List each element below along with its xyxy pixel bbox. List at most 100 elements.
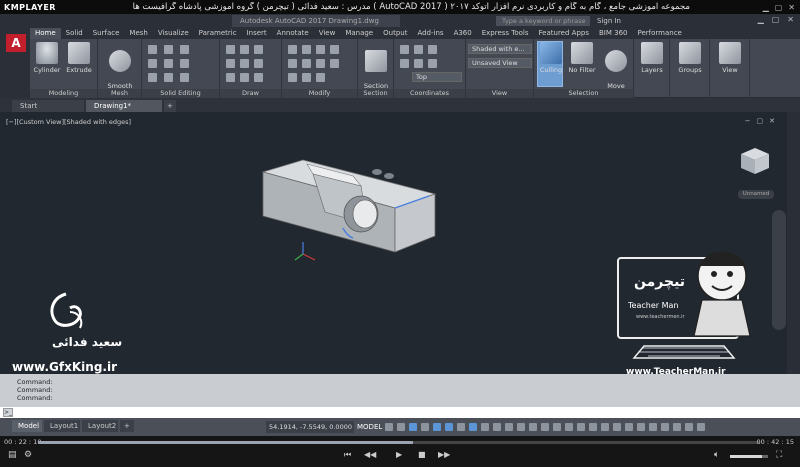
stretch-icon[interactable]	[288, 73, 297, 82]
selection-filter-icon[interactable]	[541, 423, 549, 431]
dynamic-ucs-icon[interactable]	[529, 423, 537, 431]
acad-close-button[interactable]: ✕	[787, 15, 794, 24]
separate-icon[interactable]	[164, 73, 173, 82]
subtract-icon[interactable]	[164, 45, 173, 54]
cylinder-button[interactable]: Cylinder	[32, 42, 62, 74]
customization-icon[interactable]	[697, 423, 705, 431]
trim-icon[interactable]	[316, 45, 325, 54]
player-menu-icon[interactable]: ▤	[8, 450, 17, 460]
viewcube-icon[interactable]	[735, 142, 775, 182]
line-icon[interactable]	[226, 45, 235, 54]
coordinates-readout[interactable]: 54.1914, -7.5549, 0.0000	[266, 421, 354, 433]
command-input[interactable]: >_	[0, 407, 800, 418]
player-maximize-button[interactable]: ▢	[775, 3, 783, 12]
arc-icon[interactable]	[226, 59, 235, 68]
3d-osnap-icon[interactable]	[517, 423, 525, 431]
tab-start[interactable]: Start	[12, 100, 84, 112]
layout-tab-layout1[interactable]: Layout1	[44, 420, 80, 432]
ortho-icon[interactable]	[421, 423, 429, 431]
panel-label-section[interactable]: Section	[358, 89, 393, 98]
polar-icon[interactable]	[433, 423, 441, 431]
ucs-y-icon[interactable]	[414, 59, 423, 68]
tab-annotate[interactable]: Annotate	[272, 28, 314, 39]
move-icon[interactable]	[288, 45, 297, 54]
tab-visualize[interactable]: Visualize	[153, 28, 194, 39]
fullscreen-icon[interactable]: ⛶	[776, 450, 782, 460]
union-icon[interactable]	[148, 45, 157, 54]
units-icon[interactable]	[625, 423, 633, 431]
sign-in-button[interactable]: Sign In	[597, 15, 621, 27]
groups-button[interactable]: Groups	[674, 42, 706, 74]
acad-maximize-button[interactable]: ▢	[772, 15, 780, 24]
ucs-world-icon[interactable]	[414, 45, 423, 54]
tab-bim-360[interactable]: BIM 360	[594, 28, 633, 39]
tab-mesh[interactable]: Mesh	[124, 28, 152, 39]
imprint-icon[interactable]	[148, 73, 157, 82]
seek-bar[interactable]	[38, 441, 760, 444]
polygon-icon[interactable]	[226, 73, 235, 82]
viewport-close-button[interactable]: ✕	[769, 117, 775, 125]
snap-icon[interactable]	[397, 423, 405, 431]
solid-model[interactable]	[255, 156, 445, 266]
ucs-icon[interactable]	[400, 45, 409, 54]
viewport-minimize-button[interactable]: −	[745, 117, 751, 125]
tab-manage[interactable]: Manage	[340, 28, 378, 39]
command-prompt-icon[interactable]: >_	[3, 408, 13, 417]
annotation-monitor-icon[interactable]	[613, 423, 621, 431]
layout-tab-layout2[interactable]: Layout2	[82, 420, 118, 432]
tab-home[interactable]: Home	[30, 28, 61, 39]
selection-cycling-icon[interactable]	[505, 423, 513, 431]
navigation-bar[interactable]	[772, 210, 786, 330]
spline-icon[interactable]	[254, 59, 263, 68]
tab-drawing1[interactable]: Drawing1*	[86, 100, 162, 112]
volume-slider[interactable]	[730, 455, 768, 458]
gizmo-icon[interactable]	[553, 423, 561, 431]
tab-output[interactable]: Output	[378, 28, 412, 39]
ucs-view-dropdown[interactable]: Top	[412, 72, 462, 82]
tab-view[interactable]: View	[314, 28, 341, 39]
tab-insert[interactable]: Insert	[242, 28, 272, 39]
erase-icon[interactable]	[316, 73, 325, 82]
application-menu[interactable]: A	[0, 28, 30, 98]
tab-solid[interactable]: Solid	[61, 28, 88, 39]
viewport-vertical-scrollbar[interactable]	[787, 112, 800, 374]
object-snap-icon[interactable]	[469, 423, 477, 431]
panel-label-solid-editing[interactable]: Solid Editing	[142, 89, 219, 98]
layout-tab-model[interactable]: Model	[12, 420, 42, 432]
tab-express-tools[interactable]: Express Tools	[477, 28, 534, 39]
ucs-unnamed-badge[interactable]: Unnamed	[738, 190, 774, 199]
annotation-scale-icon[interactable]	[589, 423, 597, 431]
scale-icon[interactable]	[316, 59, 325, 68]
new-tab-button[interactable]: +	[164, 100, 176, 112]
intersect-icon[interactable]	[180, 45, 189, 54]
isolate-objects-icon[interactable]	[661, 423, 669, 431]
acad-minimize-button[interactable]: ▁	[758, 15, 764, 24]
quick-properties-icon[interactable]	[637, 423, 645, 431]
lock-ui-icon[interactable]	[649, 423, 657, 431]
hatch-icon[interactable]	[254, 73, 263, 82]
panel-label-view[interactable]: View	[466, 89, 533, 98]
ucs-x-icon[interactable]	[400, 59, 409, 68]
view-button[interactable]: View	[714, 42, 746, 74]
forward-button[interactable]: ▶▶	[438, 450, 450, 461]
thicken-icon[interactable]	[164, 59, 173, 68]
circle-icon[interactable]	[254, 45, 263, 54]
layers-button[interactable]: Layers	[637, 42, 667, 74]
auto-scale-icon[interactable]	[577, 423, 585, 431]
panel-label-coordinates[interactable]: Coordinates	[394, 89, 465, 98]
mirror-icon[interactable]	[302, 59, 311, 68]
rotate-icon[interactable]	[302, 45, 311, 54]
transparency-icon[interactable]	[493, 423, 501, 431]
no-filter-button[interactable]: No Filter	[567, 42, 597, 74]
visual-style-dropdown[interactable]: Shaded with e...	[468, 44, 532, 54]
panel-label-draw[interactable]: Draw	[220, 89, 281, 98]
tab-performance[interactable]: Performance	[632, 28, 686, 39]
tab-parametric[interactable]: Parametric	[194, 28, 242, 39]
grid-icon[interactable]	[385, 423, 393, 431]
player-settings-icon[interactable]: ⚙	[24, 450, 32, 460]
panel-label-modify[interactable]: Modify	[282, 89, 357, 98]
tab-surface[interactable]: Surface	[88, 28, 125, 39]
rewind-button[interactable]: ◀◀	[364, 450, 376, 461]
offset-icon[interactable]	[302, 73, 311, 82]
array-icon[interactable]	[330, 59, 339, 68]
